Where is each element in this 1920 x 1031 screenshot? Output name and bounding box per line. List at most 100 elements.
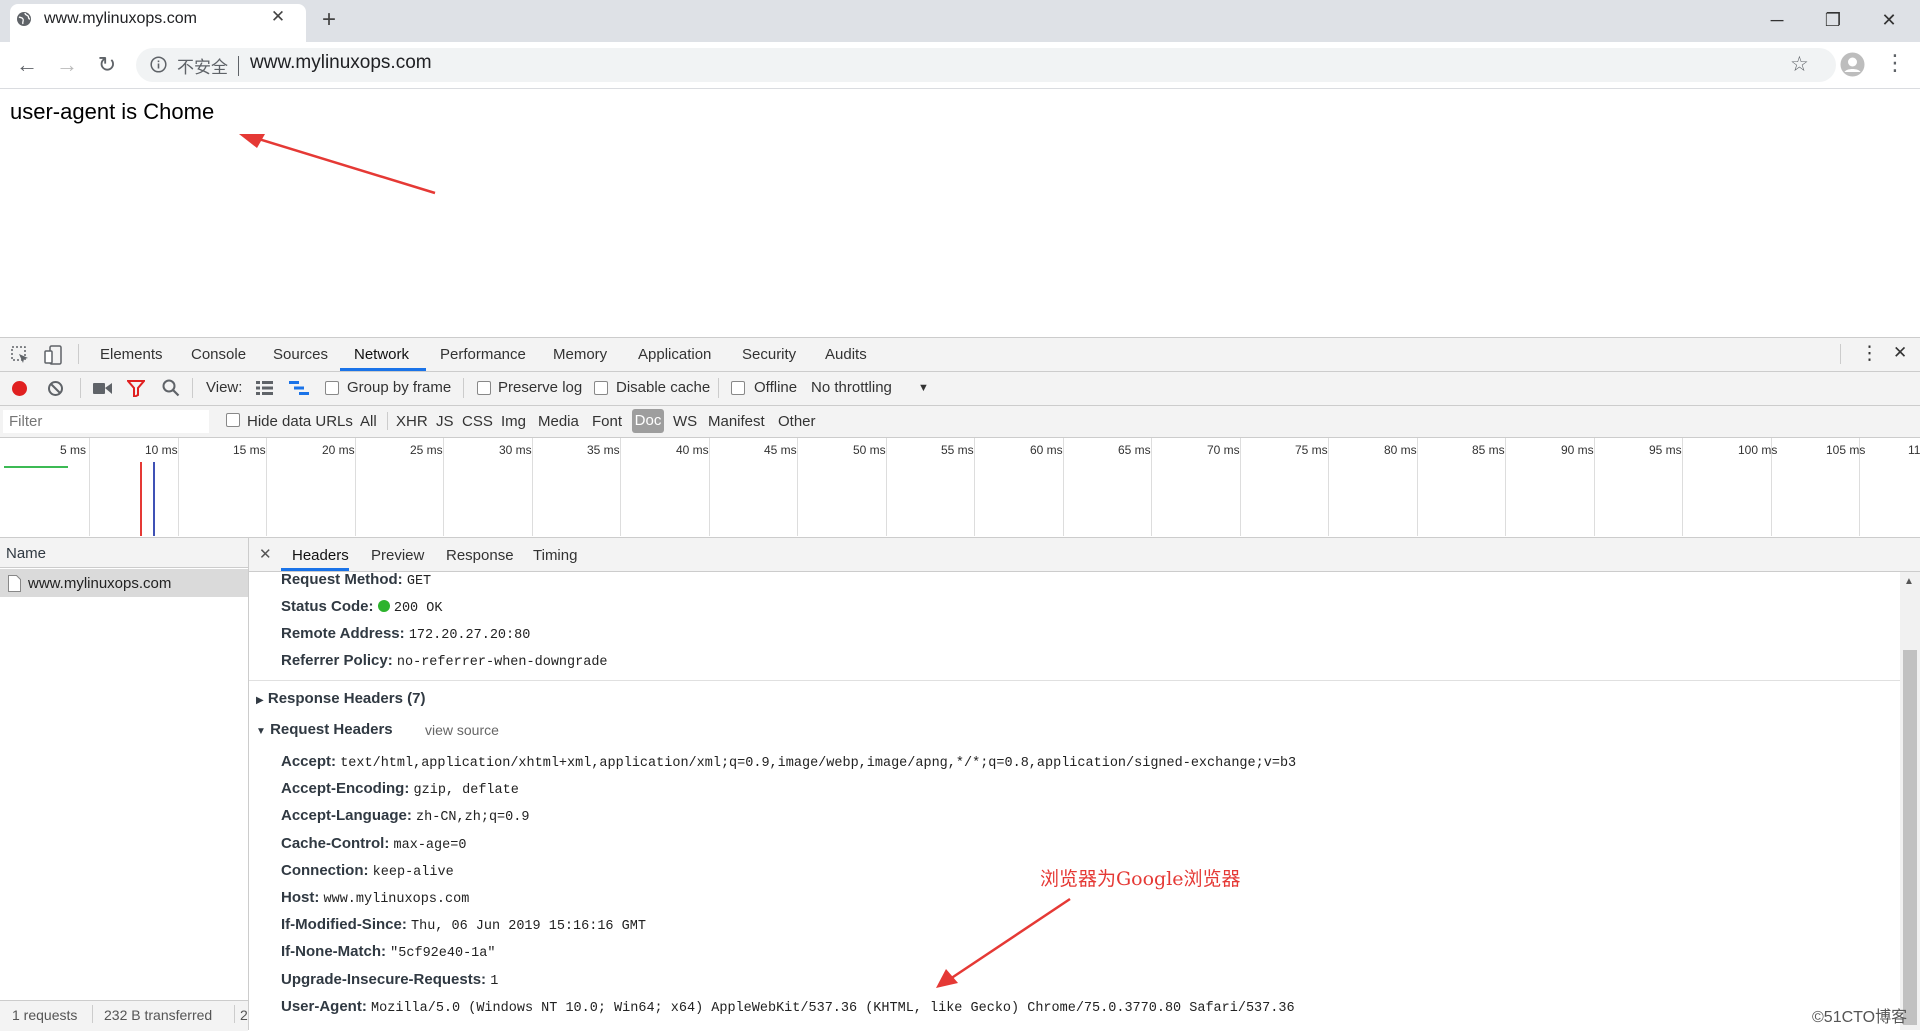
tab-audits[interactable]: Audits	[825, 346, 867, 363]
devtools-close-icon[interactable]: ✕	[1893, 343, 1907, 363]
view-label: View:	[206, 379, 243, 396]
filter-type-font[interactable]: Font	[592, 413, 622, 430]
filter-type-css[interactable]: CSS	[462, 413, 493, 430]
throttling-select[interactable]: No throttling	[811, 379, 892, 396]
timeline-gridline	[1594, 438, 1595, 536]
tab-preview[interactable]: Preview	[371, 547, 424, 564]
disable-cache-checkbox[interactable]	[594, 381, 608, 395]
timeline-gridline	[1505, 438, 1506, 536]
restore-button[interactable]: ❐	[1818, 6, 1848, 34]
new-tab-button[interactable]: +	[322, 7, 336, 33]
view-source-link[interactable]: view source	[425, 722, 499, 738]
filter-type-manifest[interactable]: Manifest	[708, 413, 765, 430]
omnibox-divider	[238, 56, 239, 76]
url-text[interactable]: www.mylinuxops.com	[250, 52, 432, 74]
collapsed-triangle-icon: ▶	[256, 695, 264, 706]
timeline-tick-label: 105 ms	[1826, 443, 1866, 457]
filter-type-ws[interactable]: WS	[673, 413, 697, 430]
filter-type-other[interactable]: Other	[778, 413, 816, 430]
header-value: gzip, deflate	[413, 783, 519, 799]
info-icon[interactable]	[150, 56, 167, 73]
annotation-arrow-icon	[239, 134, 436, 195]
reload-button[interactable]: ↻	[93, 51, 121, 79]
hide-data-urls-checkbox[interactable]	[226, 413, 240, 427]
general-status-code: Status Code: 200 OK	[281, 598, 442, 616]
timeline-tick-label: 30 ms	[499, 443, 532, 457]
load-event-line	[140, 462, 142, 536]
tab-application[interactable]: Application	[638, 346, 711, 363]
tab-headers[interactable]: Headers	[292, 547, 349, 564]
filter-type-xhr[interactable]: XHR	[396, 413, 428, 430]
preserve-log-checkbox[interactable]	[477, 381, 491, 395]
tab-memory[interactable]: Memory	[553, 346, 607, 363]
tab-network[interactable]: Network	[354, 346, 409, 363]
timeline-gridline	[443, 438, 444, 536]
timeline-gridline	[974, 438, 975, 536]
tab-sources[interactable]: Sources	[273, 346, 328, 363]
tab-close-icon[interactable]: ✕	[268, 7, 288, 27]
timeline-tick-label: 80 ms	[1384, 443, 1417, 457]
bookmark-star-icon[interactable]: ☆	[1790, 52, 1809, 77]
timeline-gridline	[1240, 438, 1241, 536]
timeline-tick-label: 25 ms	[410, 443, 443, 457]
tab-performance[interactable]: Performance	[440, 346, 526, 363]
timeline-request-bar	[4, 466, 68, 468]
device-toolbar-icon[interactable]	[44, 345, 63, 365]
response-headers-title: Response Headers (7)	[267, 690, 426, 707]
timeline-tick-label: 20 ms	[322, 443, 355, 457]
detail-close-icon[interactable]: ✕	[259, 545, 272, 563]
group-by-frame-label: Group by frame	[347, 379, 452, 396]
dom-content-loaded-line	[153, 462, 155, 536]
request-header-row: User-Agent: Mozilla/5.0 (Windows NT 10.0…	[281, 998, 1295, 1016]
scroll-up-icon[interactable]: ▲	[1904, 576, 1914, 587]
tab-elements[interactable]: Elements	[100, 346, 163, 363]
timeline-gridline	[355, 438, 356, 536]
clear-icon[interactable]	[47, 380, 64, 397]
filter-type-js[interactable]: JS	[436, 413, 454, 430]
tab-console[interactable]: Console	[191, 346, 246, 363]
group-by-frame-checkbox[interactable]	[325, 381, 339, 395]
waterfall-overview-icon[interactable]	[289, 381, 309, 395]
browser-menu-icon[interactable]: ⋮	[1884, 50, 1906, 76]
header-key: Accept:	[281, 753, 337, 770]
large-rows-icon[interactable]	[256, 381, 273, 395]
timeline-gridline	[1328, 438, 1329, 536]
header-key: User-Agent:	[281, 997, 367, 1015]
search-icon[interactable]	[162, 379, 180, 397]
filter-type-doc[interactable]: Doc	[632, 409, 664, 433]
request-list	[0, 538, 249, 1030]
filter-funnel-icon[interactable]	[127, 380, 145, 397]
record-icon[interactable]	[11, 380, 28, 397]
annotation-arrow-icon	[936, 897, 1071, 988]
security-status[interactable]: 不安全	[177, 53, 228, 78]
profile-avatar-icon[interactable]	[1840, 52, 1865, 77]
timeline-tick-label: 10 ms	[145, 443, 178, 457]
timeline-gridline	[886, 438, 887, 536]
filter-type-all[interactable]: All	[360, 413, 377, 430]
offline-checkbox[interactable]	[731, 381, 745, 395]
request-headers-title: Request Headers	[270, 721, 393, 738]
tab-security[interactable]: Security	[742, 346, 796, 363]
timeline-gridline	[1417, 438, 1418, 536]
header-value: Mozilla/5.0 (Windows NT 10.0; Win64; x64…	[371, 1000, 1295, 1016]
window-close-button[interactable]: ✕	[1874, 6, 1904, 34]
timeline-tick-label: 85 ms	[1472, 443, 1505, 457]
minimize-button[interactable]: ─	[1762, 6, 1792, 34]
back-button[interactable]: ←	[13, 51, 41, 79]
disable-cache-label: Disable cache	[616, 379, 711, 396]
response-headers-toggle[interactable]: ▶ Response Headers (7)	[256, 690, 425, 707]
filter-type-img[interactable]: Img	[501, 413, 526, 430]
tab-timing[interactable]: Timing	[533, 547, 577, 564]
filter-type-media[interactable]: Media	[538, 413, 579, 430]
forward-button[interactable]: →	[53, 51, 81, 79]
name-header-label: Name	[6, 545, 47, 562]
tab-response[interactable]: Response	[446, 547, 514, 564]
filter-input[interactable]	[3, 410, 209, 433]
inspect-element-icon[interactable]	[11, 346, 30, 365]
throttling-dropdown-icon[interactable]: ▼	[918, 382, 929, 394]
request-headers-toggle[interactable]: ▼ Request Headers	[256, 721, 393, 738]
screenshot-camera-icon[interactable]	[93, 382, 112, 395]
hide-data-urls-label: Hide data URLs	[247, 413, 353, 430]
scrollbar-thumb[interactable]	[1903, 650, 1917, 1025]
devtools-menu-icon[interactable]: ⋮	[1860, 342, 1879, 365]
